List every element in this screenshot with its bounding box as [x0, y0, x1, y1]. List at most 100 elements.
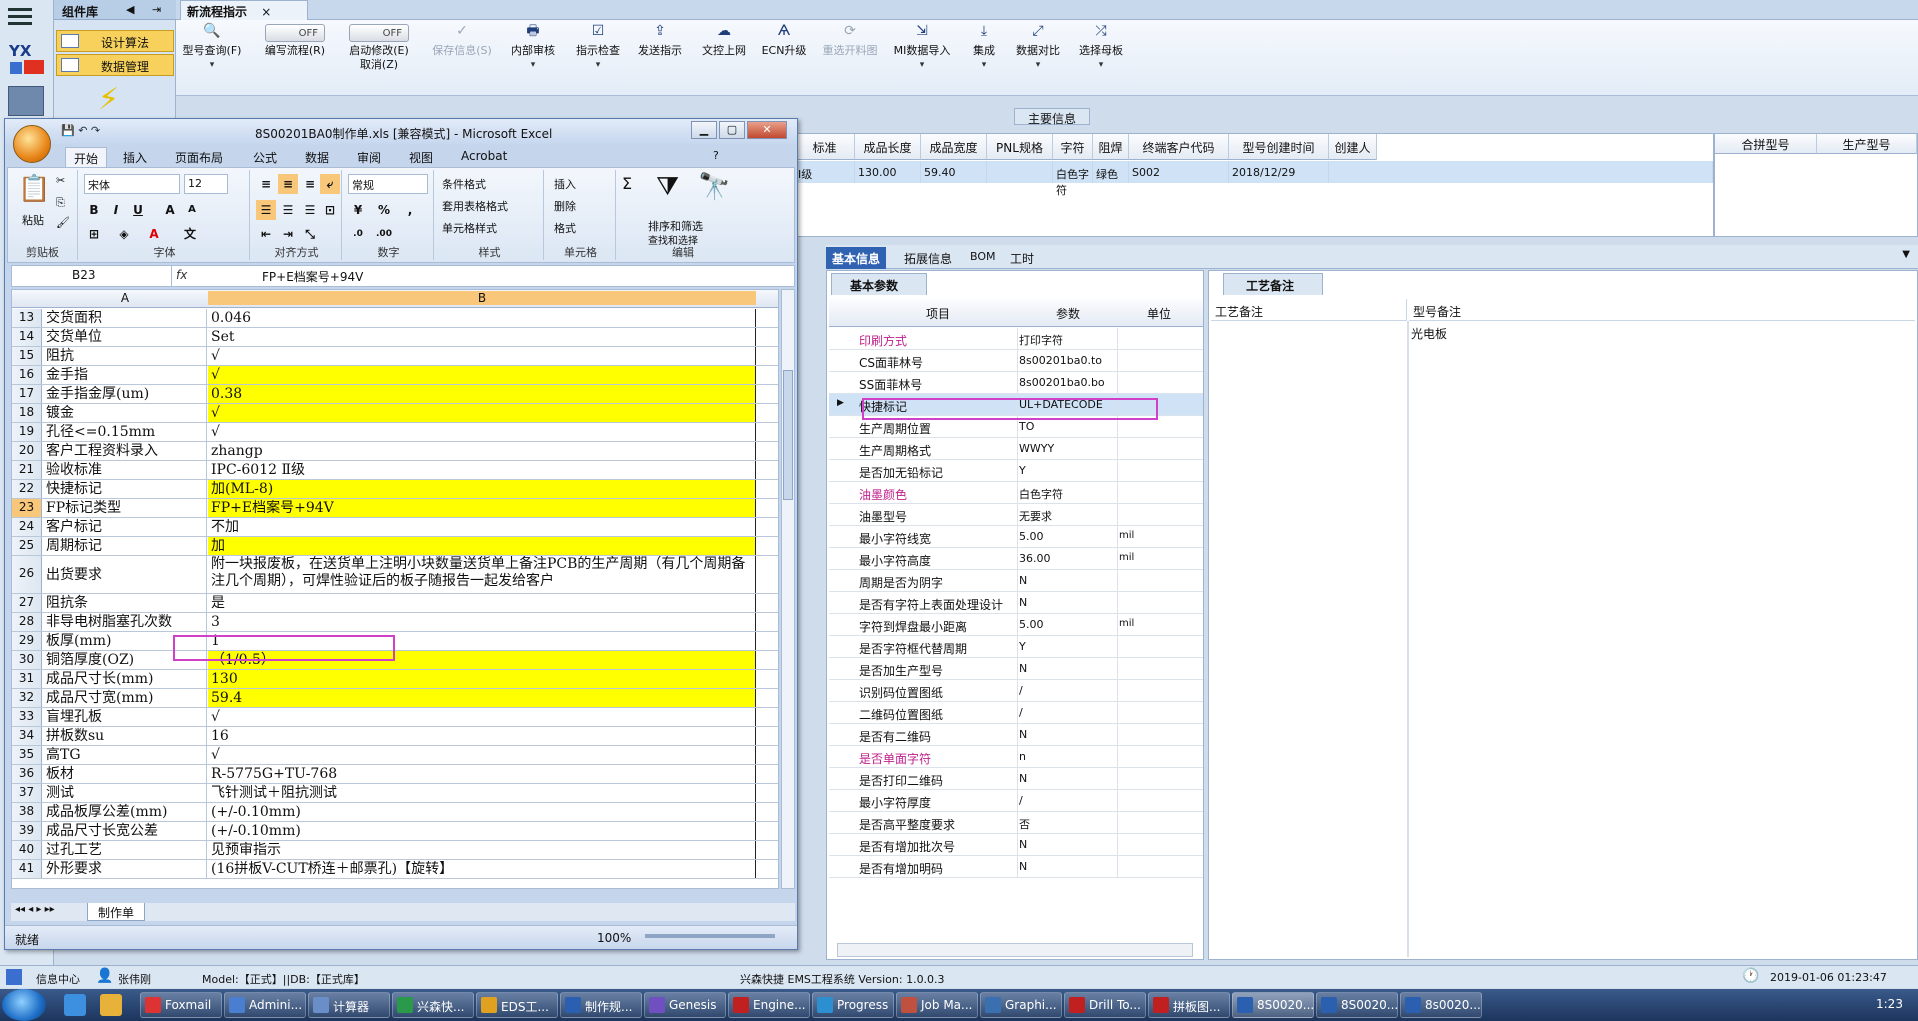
sum-icon[interactable]: Σ — [622, 174, 632, 193]
row-number[interactable]: 16 — [12, 366, 42, 384]
cell-a[interactable]: 拼板数su — [43, 727, 207, 745]
cell-b[interactable]: √ — [208, 347, 756, 365]
chevron-down-icon[interactable]: ▾ — [1010, 58, 1066, 72]
cell-b[interactable]: √ — [208, 404, 756, 422]
param-value[interactable]: 5.00 — [1019, 530, 1117, 543]
tab-review[interactable]: 审阅 — [349, 147, 389, 167]
instruction-check-button[interactable]: ☑ 指示检查 ▾ — [572, 24, 624, 72]
cell-a[interactable]: 成品板厚公差(mm) — [43, 803, 207, 821]
param-row[interactable]: 识别码位置图纸 / — [829, 680, 1203, 702]
table-row[interactable]: 38 成品板厚公差(mm) (+/-0.10mm) — [12, 803, 778, 822]
param-value[interactable]: TO — [1019, 420, 1117, 433]
ie-icon[interactable] — [64, 994, 86, 1016]
param-value[interactable]: N — [1019, 772, 1117, 785]
cell-a[interactable]: 镀金 — [43, 404, 207, 422]
align-right-icon[interactable]: ☰ — [300, 200, 320, 220]
taskbar-item[interactable]: 8S0020... — [1316, 992, 1398, 1018]
row-number[interactable]: 37 — [12, 784, 42, 802]
grow-font-button[interactable]: A — [160, 200, 180, 220]
param-row[interactable]: 油墨颜色 白色字符 — [829, 482, 1203, 504]
row-number[interactable]: 26 — [12, 556, 42, 593]
taskbar-item[interactable]: Foxmail — [140, 992, 222, 1018]
row-number[interactable]: 18 — [12, 404, 42, 422]
cell-a[interactable]: 外形要求 — [43, 860, 207, 878]
param-row[interactable]: 是否有增加明码 N — [829, 856, 1203, 878]
grid-cell[interactable]: S002 — [1129, 161, 1229, 183]
taskbar-item[interactable]: Progress — [812, 992, 894, 1018]
row-number[interactable]: 30 — [12, 651, 42, 669]
font-name-select[interactable]: 宋体 — [84, 174, 180, 194]
cell-b[interactable]: 59.4 — [208, 689, 756, 707]
cell-b[interactable]: 飞针测试＋阻抗测试 — [208, 784, 756, 802]
cell-b[interactable]: (16拼板V-CUT桥连＋邮票孔)【旋转】 — [208, 860, 756, 878]
tab-new-process[interactable]: 新流程指示 × — [180, 0, 308, 20]
cell-a[interactable]: 交货面积 — [43, 309, 207, 327]
main-info-label[interactable]: 主要信息 — [1014, 108, 1090, 126]
taskbar-item[interactable]: 8S0020... — [1232, 992, 1314, 1018]
table-row[interactable]: 21 验收标准 IPC-6012 Ⅱ级 — [12, 461, 778, 480]
cell-b[interactable]: 130 — [208, 670, 756, 688]
col-header[interactable]: PNL规格 — [987, 134, 1053, 160]
row-number[interactable]: 21 — [12, 461, 42, 479]
table-row[interactable]: 20 客户工程资料录入 zhangp — [12, 442, 778, 461]
param-row[interactable]: 是否打印二维码 N — [829, 768, 1203, 790]
tab-extended-info[interactable]: 拓展信息 — [898, 247, 958, 269]
table-row[interactable]: 34 拼板数su 16 — [12, 727, 778, 746]
select-mother-board-button[interactable]: ⤮ 选择母板 ▾ — [1072, 24, 1130, 72]
zoom-slider[interactable] — [645, 934, 775, 938]
param-value[interactable]: N — [1019, 596, 1117, 609]
table-row[interactable]: 13 交货面积 0.046 — [12, 309, 778, 328]
cell-a[interactable]: 金手指金厚(um) — [43, 385, 207, 403]
increase-indent-icon[interactable]: ⇥ — [278, 224, 298, 244]
row-number[interactable]: 28 — [12, 613, 42, 631]
taskbar-item[interactable]: Admini... — [224, 992, 306, 1018]
explorer-icon[interactable] — [100, 994, 122, 1016]
cell-a[interactable]: 高TG — [43, 746, 207, 764]
param-row[interactable]: 二维码位置图纸 / — [829, 702, 1203, 724]
horizontal-scrollbar[interactable] — [837, 943, 1193, 957]
param-row[interactable]: 周期是否为阴字 N — [829, 570, 1203, 592]
cell-b[interactable]: R-5775G+TU-768 — [208, 765, 756, 783]
grid-cell[interactable]: Ⅰ级 — [795, 161, 855, 183]
row-number[interactable]: 39 — [12, 822, 42, 840]
cell-a[interactable]: 金手指 — [43, 366, 207, 384]
table-row[interactable]: 24 客户标记 不加 — [12, 518, 778, 537]
table-row[interactable]: 40 过孔工艺 见预审指示 — [12, 841, 778, 860]
cell-a[interactable]: 快捷标记 — [43, 480, 207, 498]
cell-a[interactable]: 板材 — [43, 765, 207, 783]
table-row[interactable]: 19 孔径<=0.15mm √ — [12, 423, 778, 442]
row-number[interactable]: 22 — [12, 480, 42, 498]
data-compare-button[interactable]: ⤢ 数据对比 ▾ — [1010, 24, 1066, 72]
row-number[interactable]: 23 — [12, 499, 42, 517]
cell-b[interactable]: 附一块报废板，在送货单上注明小块数量送货单上备注PCB的生产周期（有几个周期备注… — [208, 556, 756, 593]
sheet-nav-icon[interactable]: ◂◂ ◂ ▸ ▸▸ — [15, 904, 55, 915]
mi-import-button[interactable]: ⇲ MI数据导入 ▾ — [890, 24, 954, 72]
align-left-icon[interactable]: ☰ — [256, 200, 276, 220]
param-value[interactable]: 5.00 — [1019, 618, 1117, 631]
param-value[interactable]: Y — [1019, 464, 1117, 477]
cell-a[interactable]: 客户工程资料录入 — [43, 442, 207, 460]
wrap-text-icon[interactable]: ⤶ — [320, 174, 340, 194]
cell-a[interactable]: 客户标记 — [43, 518, 207, 536]
table-row[interactable]: 35 高TG √ — [12, 746, 778, 765]
cell-a[interactable]: 成品尺寸宽(mm) — [43, 689, 207, 707]
row-number[interactable]: 36 — [12, 765, 42, 783]
decrease-decimal-icon[interactable]: .00 — [374, 224, 394, 244]
table-row[interactable]: 18 镀金 √ — [12, 404, 778, 423]
cell-b[interactable]: 3 — [208, 613, 756, 631]
undo-icon[interactable]: ↶ — [78, 124, 87, 137]
row-number[interactable]: 19 — [12, 423, 42, 441]
row-number[interactable]: 34 — [12, 727, 42, 745]
cell-b[interactable]: IPC-6012 Ⅱ级 — [208, 461, 756, 479]
param-value[interactable]: N — [1019, 574, 1117, 587]
sort-filter-icon[interactable]: ⧩ — [656, 172, 679, 203]
param-value[interactable]: Y — [1019, 640, 1117, 653]
cell-b[interactable]: 不加 — [208, 518, 756, 536]
cell-a[interactable]: 周期标记 — [43, 537, 207, 555]
col-header[interactable]: 成品长度 — [855, 134, 921, 160]
border-icon[interactable]: ⊞ — [84, 224, 104, 244]
param-row[interactable]: 是否有增加批次号 N — [829, 834, 1203, 856]
cell-a[interactable]: 验收标准 — [43, 461, 207, 479]
taskbar-item[interactable]: Drill To... — [1064, 992, 1146, 1018]
grid-cell[interactable]: 2018/12/29 — [1229, 161, 1329, 183]
